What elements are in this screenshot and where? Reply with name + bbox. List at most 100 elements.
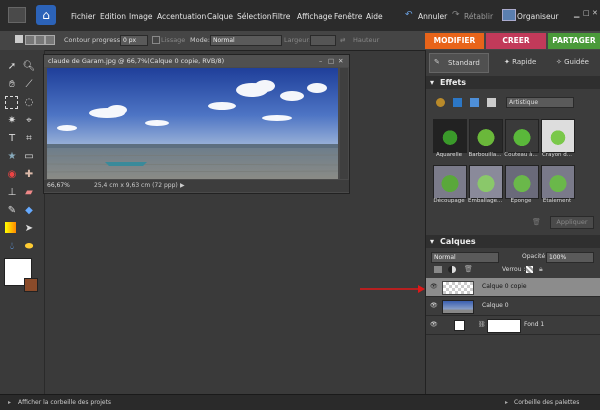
marquee-tool-icon[interactable] [5, 96, 18, 109]
blur-tool-icon[interactable]: 💧︎ [5, 240, 19, 254]
home-button[interactable]: ⌂ [36, 5, 56, 25]
photo-effects-icon[interactable] [470, 98, 479, 107]
healing-brush-icon[interactable]: ✚ [22, 168, 36, 182]
contour-input[interactable]: 0 px [120, 35, 148, 46]
layer-row[interactable]: 👁︎ ⛓︎ Fond 1 [426, 316, 600, 335]
close-icon[interactable]: ✕ [592, 9, 598, 17]
palette-bin-icon[interactable]: ▸ [505, 395, 508, 410]
mode-select[interactable]: Normal [210, 35, 282, 46]
menu-aide[interactable]: Aide [366, 12, 383, 21]
lock-all-icon[interactable]: 🔒︎ [539, 265, 543, 274]
trash-icon[interactable]: 🗑︎ [532, 218, 541, 226]
menu-accentuation[interactable]: Accentuation [157, 12, 206, 21]
menu-filtre[interactable]: Filtre [272, 12, 290, 21]
visibility-eye-icon[interactable]: 👁︎ [430, 316, 438, 334]
eyedropper-tool-icon[interactable]: ⟋ [22, 78, 36, 92]
mode-guidee-button[interactable]: ✧ Guidée [556, 58, 589, 66]
menu-calque[interactable]: Calque [207, 12, 233, 21]
project-bin-icon[interactable]: ▸ [8, 395, 11, 410]
tab-partager[interactable]: PARTAGER [548, 33, 600, 49]
maximize-icon[interactable]: □ [583, 9, 590, 17]
zoom-level[interactable]: 66,67% [47, 180, 70, 192]
menu-edition[interactable]: Edition [100, 12, 126, 21]
background-color-swatch[interactable] [24, 278, 38, 292]
hand-tool-icon[interactable]: ✋︎ [5, 78, 19, 92]
effect-thumb-emballage[interactable] [469, 165, 503, 199]
straighten-tool-icon[interactable]: ▭ [22, 150, 36, 164]
effect-thumb-eponge[interactable] [505, 165, 539, 199]
red-eye-tool-icon[interactable]: ◉ [5, 168, 19, 182]
palette-bin-toggle[interactable]: Corbeille des palettes [514, 395, 579, 410]
layers-panel-title[interactable]: ▾ Calques [426, 235, 600, 248]
lasso-tool-icon[interactable]: ◌ [22, 96, 36, 110]
organizer-button[interactable]: Organiseur [517, 12, 558, 21]
layer-name[interactable]: Calque 0 [482, 297, 509, 315]
clone-stamp-icon[interactable]: ⊥ [5, 186, 19, 200]
redo-icon[interactable]: ↷ [452, 10, 460, 20]
collapse-icon[interactable]: ▾ [430, 235, 434, 248]
sponge-tool-icon[interactable]: ⬬ [22, 240, 36, 254]
effect-thumb-decoupage[interactable] [433, 165, 467, 199]
add-selection-icon[interactable] [25, 35, 35, 45]
effect-thumb-crayon[interactable] [541, 119, 575, 153]
undo-button[interactable]: Annuler [418, 12, 447, 21]
type-tool-icon[interactable]: T [5, 132, 19, 146]
filters-icon[interactable] [436, 98, 445, 107]
effects-category-select[interactable]: Artistique [506, 97, 574, 108]
undo-icon[interactable]: ↶ [405, 10, 413, 20]
new-layer-icon[interactable] [434, 266, 442, 273]
mode-rapide-button[interactable]: ✦ Rapide [504, 58, 536, 66]
effect-thumb-barbouillage[interactable] [469, 119, 503, 153]
visibility-eye-icon[interactable]: 👁︎ [430, 278, 438, 296]
menu-image[interactable]: Image [129, 12, 153, 21]
minimize-icon[interactable]: ▁ [574, 10, 579, 18]
vertical-scrollbar[interactable] [340, 68, 348, 179]
paint-bucket-icon[interactable]: ◆ [22, 204, 36, 218]
effect-thumb-aquarelle[interactable] [433, 119, 467, 153]
effects-panel-title[interactable]: ▾ Effets [426, 76, 600, 89]
adjustment-layer-icon[interactable] [448, 266, 456, 273]
redo-button[interactable]: Rétablir [464, 12, 493, 21]
layer-row-selected[interactable]: 👁︎ Calque 0 copie [426, 278, 600, 297]
organizer-icon[interactable] [502, 9, 516, 21]
doc-minimize-icon[interactable]: – [319, 55, 322, 67]
apply-button[interactable]: Appliquer [550, 216, 594, 229]
tab-modifier[interactable]: MODIFIER [425, 33, 484, 49]
crop-tool-icon[interactable]: ⌗ [22, 132, 36, 146]
photo-canvas[interactable] [47, 68, 338, 179]
effect-thumb-couteau[interactable] [505, 119, 539, 153]
gradient-tool-icon[interactable] [5, 222, 16, 233]
layer-name[interactable]: Fond 1 [524, 316, 544, 334]
cookie-cutter-icon[interactable]: ★ [5, 150, 19, 164]
magic-wand-icon[interactable]: ✷ [5, 114, 19, 128]
visibility-eye-icon[interactable]: 👁︎ [430, 297, 438, 315]
move-tool-icon[interactable]: ➚ [5, 60, 19, 74]
layer-row[interactable]: 👁︎ Calque 0 [426, 297, 600, 316]
subtract-selection-icon[interactable] [35, 35, 45, 45]
lock-transparency-icon[interactable] [526, 266, 533, 273]
zoom-tool-icon[interactable]: 🔍︎ [22, 60, 36, 74]
custom-shape-icon[interactable]: ➤ [22, 222, 36, 236]
selection-brush-icon[interactable]: ⌖ [22, 114, 36, 128]
delete-layer-icon[interactable]: 🗑︎ [464, 265, 473, 273]
largeur-input[interactable] [310, 35, 336, 46]
all-effects-icon[interactable] [487, 98, 496, 107]
doc-maximize-icon[interactable]: □ [328, 55, 334, 67]
menu-fichier[interactable]: Fichier [71, 12, 96, 21]
menu-selection[interactable]: Sélection [237, 12, 272, 21]
new-selection-icon[interactable] [15, 35, 23, 43]
brush-tool-icon[interactable]: ✎ [5, 204, 19, 218]
mode-standard-button[interactable]: ✎ Standard [429, 53, 489, 73]
blend-mode-select[interactable]: Normal [431, 252, 499, 263]
project-bin-toggle[interactable]: Afficher la corbeille des projets [18, 395, 111, 410]
layer-name[interactable]: Calque 0 copie [482, 278, 527, 296]
intersect-selection-icon[interactable] [45, 35, 55, 45]
doc-close-icon[interactable]: ✕ [338, 55, 343, 67]
layer-styles-icon[interactable] [453, 98, 462, 107]
tab-creer[interactable]: CREER [486, 33, 546, 49]
status-menu-arrow-icon[interactable]: ▶ [180, 180, 185, 192]
swap-icon[interactable]: ⇄ [340, 36, 345, 44]
eraser-tool-icon[interactable]: ▰ [22, 186, 36, 200]
lissage-checkbox[interactable] [152, 36, 160, 44]
menu-affichage[interactable]: Affichage [297, 12, 332, 21]
